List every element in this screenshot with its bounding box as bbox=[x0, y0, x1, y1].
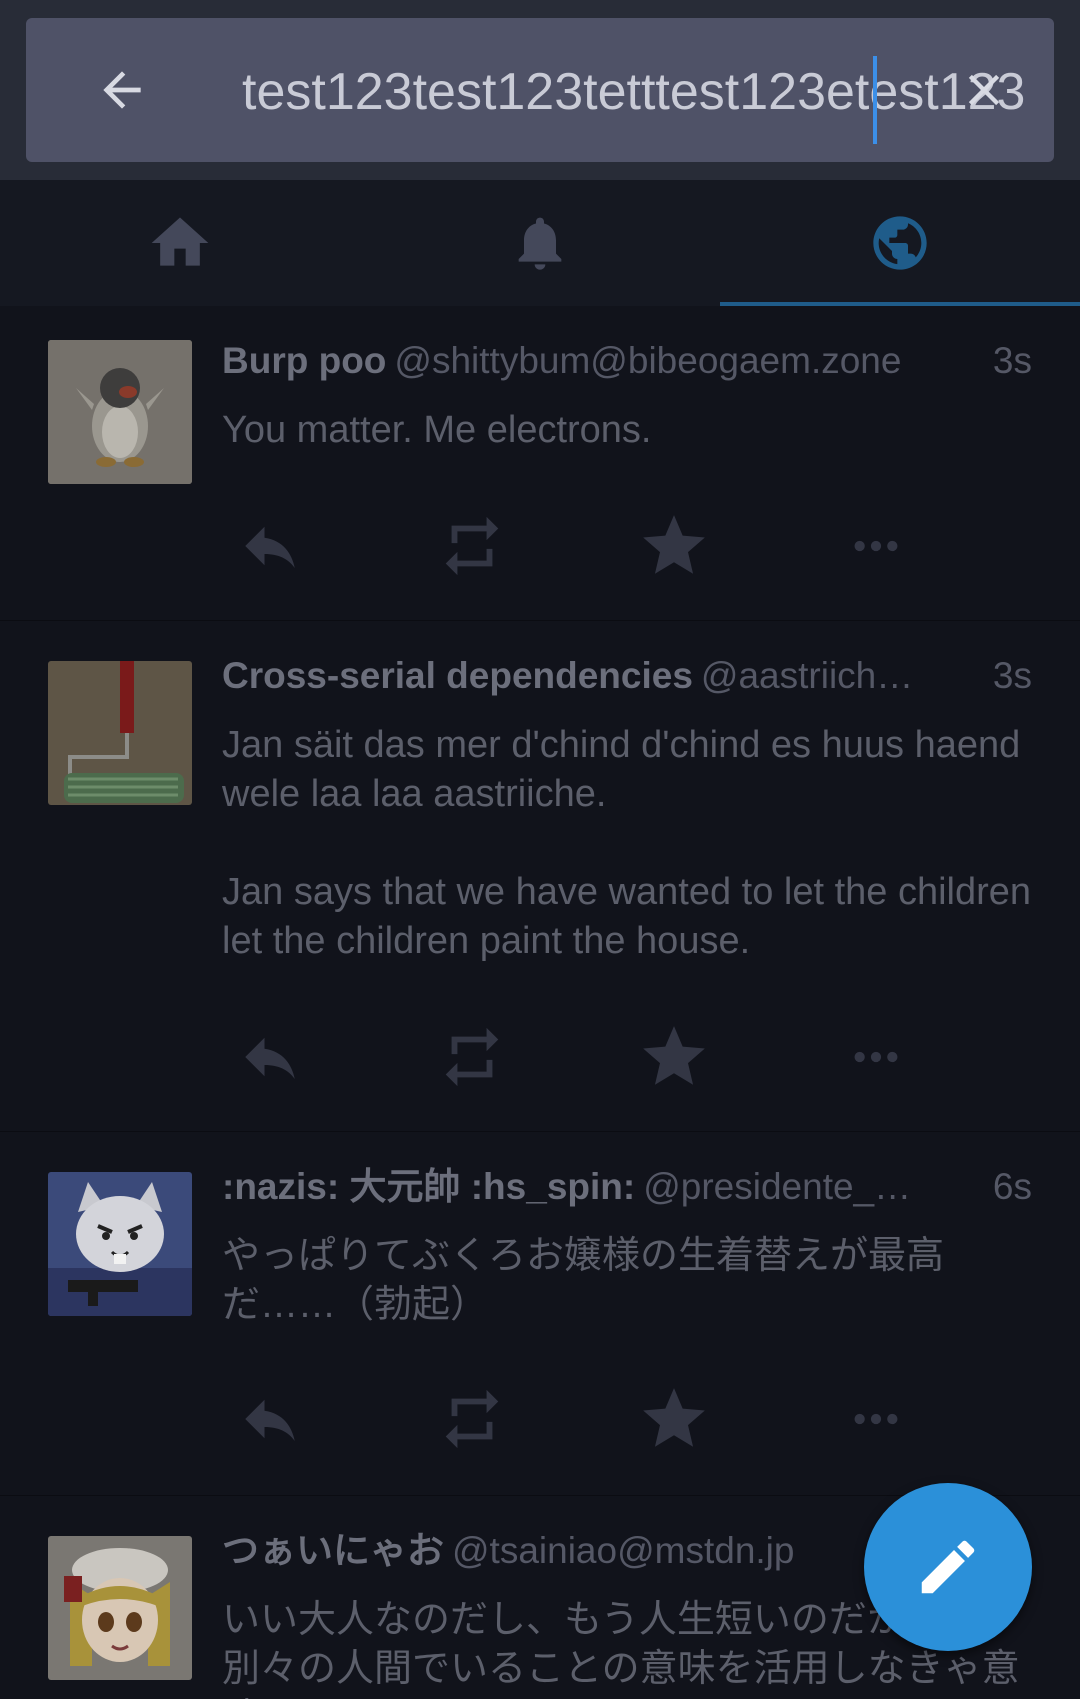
paint-roller-avatar-image bbox=[48, 661, 192, 805]
favourite-button[interactable] bbox=[634, 1379, 714, 1459]
more-button[interactable] bbox=[836, 506, 916, 586]
status-item[interactable]: :nazis: 大元帥 :hs_spin: @presidente_… 6s やっ… bbox=[0, 1131, 1080, 1495]
tab-notifications[interactable] bbox=[360, 180, 720, 306]
search-bar: test123test123tetttest123etest123 bbox=[26, 18, 1054, 162]
tab-federated[interactable] bbox=[720, 180, 1080, 306]
tab-home[interactable] bbox=[0, 180, 360, 306]
boost-button[interactable] bbox=[432, 1379, 512, 1459]
avatar[interactable] bbox=[48, 1172, 192, 1316]
status-content: Jan säit das mer d'chind d'chind es huus… bbox=[222, 721, 1040, 966]
reply-icon bbox=[245, 1399, 295, 1441]
status-header: Cross-serial dependencies @aastriich… bbox=[222, 651, 1032, 701]
display-name[interactable]: :nazis: 大元帥 :hs_spin: bbox=[222, 1166, 635, 1207]
back-button[interactable] bbox=[82, 50, 162, 130]
bell-icon bbox=[518, 217, 562, 270]
more-horizontal-icon bbox=[854, 1051, 898, 1063]
star-icon bbox=[643, 1026, 705, 1085]
account-handle[interactable]: @presidente_… bbox=[643, 1166, 911, 1207]
more-button[interactable] bbox=[836, 1017, 916, 1097]
star-icon bbox=[643, 515, 705, 574]
arrow-left-icon bbox=[103, 71, 141, 109]
display-name[interactable]: つぁいにゃお bbox=[222, 1530, 444, 1571]
globe-icon bbox=[873, 216, 927, 270]
timestamp[interactable]: 6s bbox=[993, 1162, 1032, 1212]
content-paragraph: You matter. Me electrons. bbox=[222, 409, 652, 451]
boost-button[interactable] bbox=[432, 1017, 512, 1097]
status-item[interactable]: Burp poo @shittybum@bibeogaem.zone 3s You… bbox=[0, 306, 1080, 620]
favourite-button[interactable] bbox=[634, 1017, 714, 1097]
timestamp[interactable]: 3s bbox=[993, 651, 1032, 701]
more-horizontal-icon bbox=[854, 1413, 898, 1425]
status-content: やっぱりてぶくろお嬢様の生着替えが最高だ……（勃起） bbox=[222, 1232, 1040, 1330]
reply-button[interactable] bbox=[230, 506, 310, 586]
content-paragraph: やっぱりてぶくろお嬢様の生着替えが最高だ……（勃起） bbox=[222, 1235, 945, 1326]
account-handle[interactable]: @tsainiao@mstdn.jp bbox=[452, 1530, 795, 1571]
home-icon bbox=[151, 217, 209, 266]
account-handle[interactable]: @aastriich… bbox=[701, 655, 913, 696]
status-content: You matter. Me electrons. bbox=[222, 406, 1040, 455]
status-actions bbox=[222, 1017, 942, 1097]
content-paragraph: Jan says that we have wanted to let the … bbox=[222, 871, 1032, 962]
reply-icon bbox=[245, 526, 295, 568]
account-handle[interactable]: @shittybum@bibeogaem.zone bbox=[394, 340, 901, 381]
close-icon bbox=[968, 74, 1000, 106]
pencil-icon bbox=[921, 1540, 975, 1594]
avatar[interactable] bbox=[48, 661, 192, 805]
repeat-icon bbox=[445, 1389, 499, 1449]
boost-button[interactable] bbox=[432, 506, 512, 586]
favourite-button[interactable] bbox=[634, 506, 714, 586]
cat-avatar-image bbox=[48, 1172, 192, 1316]
status-header: Burp poo @shittybum@bibeogaem.zone bbox=[222, 336, 1032, 386]
avatar[interactable] bbox=[48, 1536, 192, 1680]
status-actions bbox=[222, 506, 942, 586]
repeat-icon bbox=[445, 1027, 499, 1087]
compose-button[interactable] bbox=[864, 1483, 1032, 1651]
more-horizontal-icon bbox=[854, 540, 898, 552]
text-cursor bbox=[873, 56, 877, 144]
more-button[interactable] bbox=[836, 1379, 916, 1459]
content-paragraph: Jan säit das mer d'chind d'chind es huus… bbox=[222, 724, 1021, 815]
clear-button[interactable] bbox=[952, 58, 1016, 122]
repeat-icon bbox=[445, 516, 499, 576]
status-actions bbox=[222, 1379, 942, 1459]
anime-girl-avatar-image bbox=[48, 1536, 192, 1680]
display-name[interactable]: Burp poo bbox=[222, 340, 386, 381]
avatar[interactable] bbox=[48, 340, 192, 484]
reply-button[interactable] bbox=[230, 1379, 310, 1459]
reply-button[interactable] bbox=[230, 1017, 310, 1097]
timestamp[interactable]: 3s bbox=[993, 336, 1032, 386]
star-icon bbox=[643, 1388, 705, 1447]
status-header: :nazis: 大元帥 :hs_spin: @presidente_… bbox=[222, 1162, 1032, 1212]
app-root: test123test123tetttest123etest123 Burp p… bbox=[0, 0, 1080, 1699]
reply-icon bbox=[245, 1037, 295, 1079]
status-item[interactable]: Cross-serial dependencies @aastriich… 3s … bbox=[0, 620, 1080, 1131]
display-name[interactable]: Cross-serial dependencies bbox=[222, 655, 693, 696]
penguin-avatar-image bbox=[48, 340, 192, 484]
search-input[interactable]: test123test123tetttest123etest123 bbox=[242, 52, 1054, 132]
tab-bar bbox=[0, 180, 1080, 306]
